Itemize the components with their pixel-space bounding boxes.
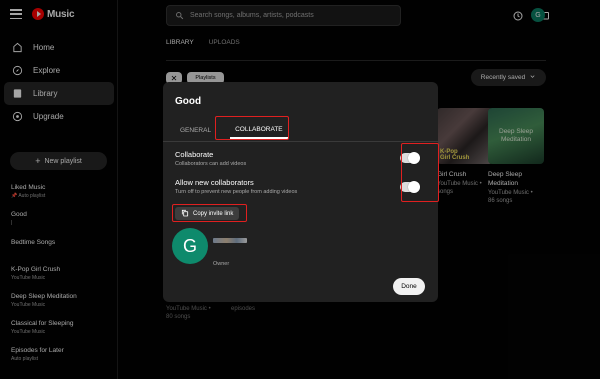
owner-name-redacted bbox=[213, 238, 247, 243]
allow-collaborators-subtitle: Turn off to prevent new people from addi… bbox=[175, 189, 298, 195]
collaborate-subtitle: Collaborators can add videos bbox=[175, 161, 247, 167]
allow-collaborators-row: Allow new collaborators Turn off to prev… bbox=[175, 178, 425, 195]
toggles-highlight bbox=[401, 143, 439, 202]
owner-role: Owner bbox=[213, 261, 230, 267]
allow-collaborators-title: Allow new collaborators bbox=[175, 178, 254, 187]
playlist-settings-dialog: Good GENERAL COLLABORATE Collaborate Col… bbox=[163, 82, 438, 302]
collaborate-tab-highlight bbox=[215, 116, 289, 140]
dialog-divider bbox=[163, 141, 438, 142]
collaborate-title: Collaborate bbox=[175, 150, 214, 159]
collaborate-row: Collaborate Collaborators can add videos bbox=[175, 150, 425, 167]
dialog-title: Good bbox=[175, 96, 202, 107]
owner-avatar: G bbox=[172, 228, 208, 264]
tab-general[interactable]: GENERAL bbox=[175, 122, 216, 139]
done-button[interactable]: Done bbox=[393, 278, 425, 295]
copy-link-highlight bbox=[172, 204, 247, 222]
